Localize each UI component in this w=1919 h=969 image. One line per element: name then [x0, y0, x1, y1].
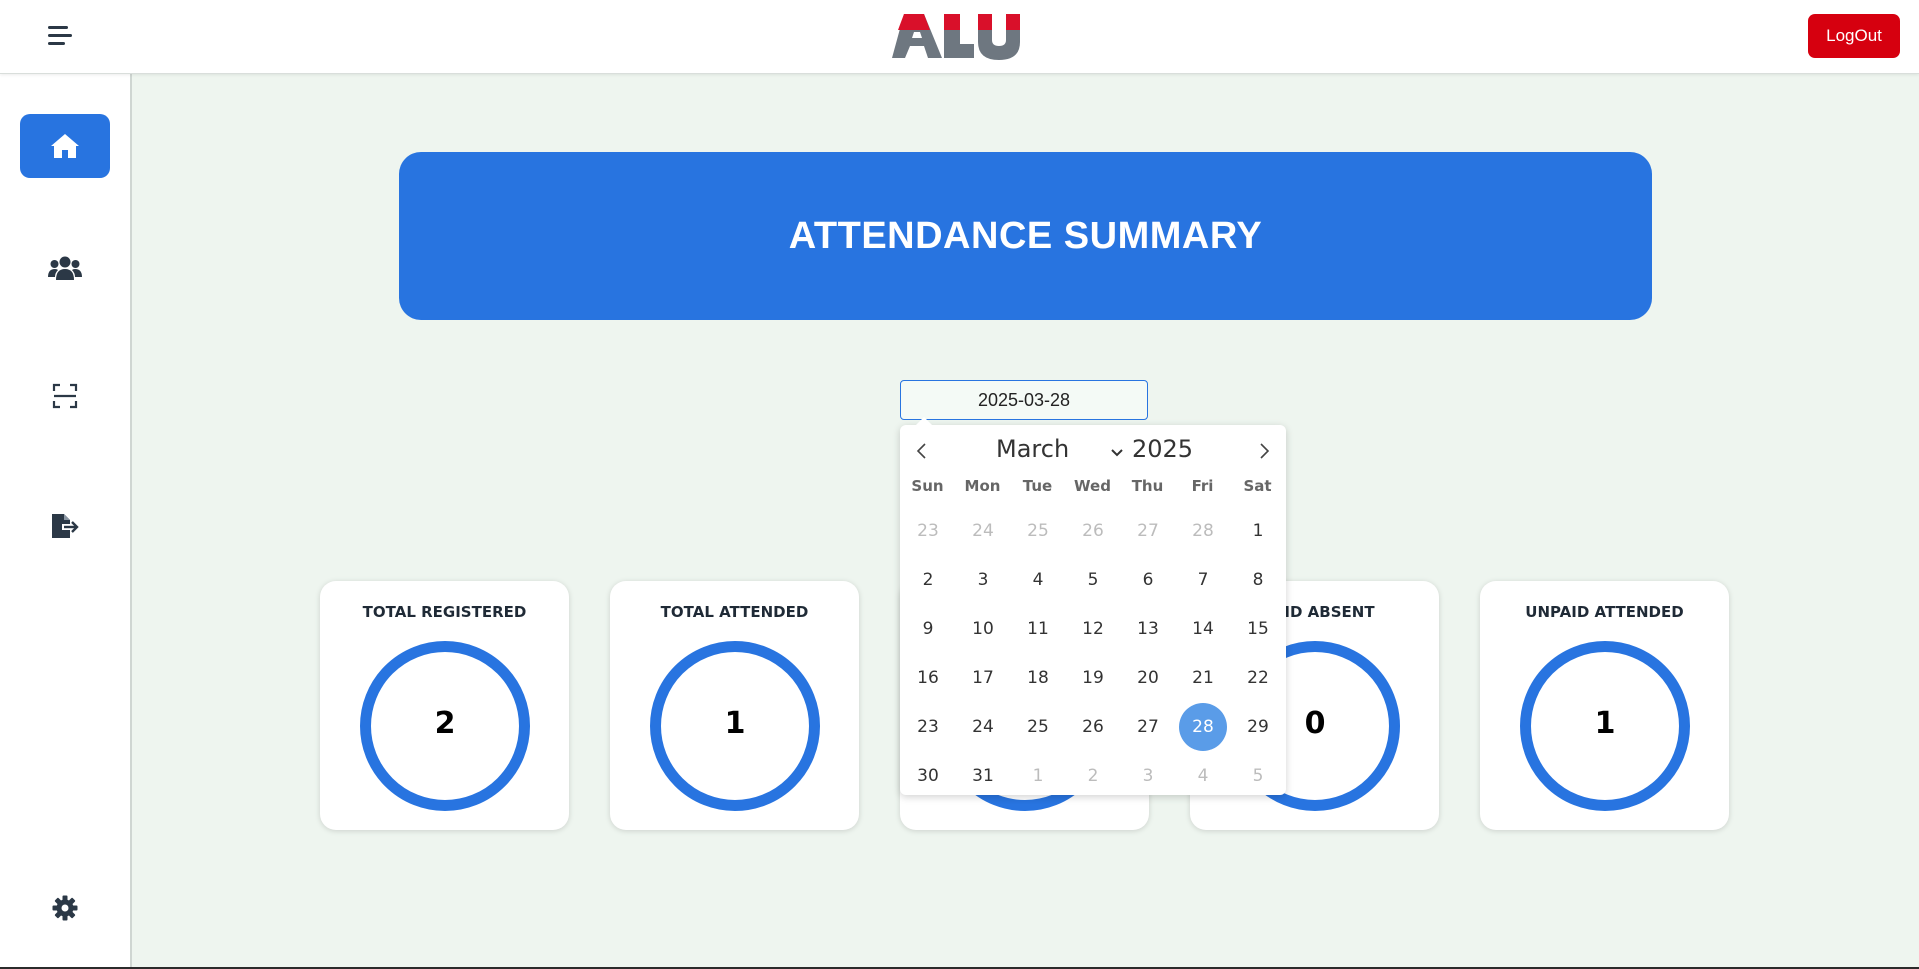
- next-month-button[interactable]: [1252, 439, 1276, 463]
- calendar-day[interactable]: 24: [959, 507, 1007, 555]
- calendar-day[interactable]: 3: [1124, 752, 1172, 800]
- sidebar-item-home[interactable]: [20, 114, 110, 178]
- weekday-label: Sun: [911, 477, 944, 495]
- stat-ring: 1: [1520, 641, 1690, 811]
- weekday-label: Sat: [1243, 477, 1272, 495]
- scan-icon: [52, 383, 78, 409]
- calendar-day[interactable]: 28: [1179, 507, 1227, 555]
- weekday-label: Wed: [1074, 477, 1111, 495]
- calendar-day[interactable]: 6: [1124, 556, 1172, 604]
- calendar-day[interactable]: 4: [1014, 556, 1062, 604]
- calendar-day[interactable]: 5: [1069, 556, 1117, 604]
- sidebar-item-users[interactable]: [20, 236, 110, 300]
- weekday-label: Tue: [1022, 477, 1053, 495]
- calendar-day[interactable]: 25: [1014, 507, 1062, 555]
- calendar-day[interactable]: 13: [1124, 605, 1172, 653]
- sidebar-item-export[interactable]: [20, 494, 110, 558]
- calendar-day[interactable]: 27: [1124, 507, 1172, 555]
- calendar-day[interactable]: 16: [904, 654, 952, 702]
- calendar-day[interactable]: 18: [1014, 654, 1062, 702]
- calendar-day[interactable]: 29: [1234, 703, 1282, 751]
- hamburger-menu-icon[interactable]: [48, 26, 72, 46]
- stat-value: 1: [724, 705, 746, 741]
- calendar-day[interactable]: 2: [1069, 752, 1117, 800]
- stat-card-total-attended: TOTAL ATTENDED 1: [610, 581, 859, 830]
- chevron-left-icon: [916, 443, 926, 459]
- top-bar: LogOut: [0, 0, 1919, 74]
- calendar-day[interactable]: 20: [1124, 654, 1172, 702]
- calendar-day[interactable]: 15: [1234, 605, 1282, 653]
- stat-ring: 2: [360, 641, 530, 811]
- calendar-day[interactable]: 23: [904, 507, 952, 555]
- year-input[interactable]: 2025: [1132, 435, 1193, 463]
- sidebar-item-scan[interactable]: [20, 364, 110, 428]
- stat-value: 2: [434, 705, 456, 741]
- weekday-label: Mon: [964, 477, 1001, 495]
- logout-button[interactable]: LogOut: [1808, 14, 1900, 58]
- stat-ring: 1: [650, 641, 820, 811]
- calendar-day[interactable]: 17: [959, 654, 1007, 702]
- sidebar: [0, 74, 132, 969]
- calendar-day[interactable]: 30: [904, 752, 952, 800]
- calendar-day[interactable]: 10: [959, 605, 1007, 653]
- alu-logo: [890, 10, 1020, 64]
- sidebar-item-settings[interactable]: [20, 876, 110, 940]
- calendar-day[interactable]: 26: [1069, 703, 1117, 751]
- stat-card-unpaid-attended: UNPAID ATTENDED 1: [1480, 581, 1729, 830]
- calendar-day[interactable]: 21: [1179, 654, 1227, 702]
- weekday-label: Thu: [1131, 477, 1164, 495]
- file-export-icon: [52, 514, 79, 538]
- calendar-day[interactable]: 19: [1069, 654, 1117, 702]
- calendar-day[interactable]: 12: [1069, 605, 1117, 653]
- calendar-day[interactable]: 5: [1234, 752, 1282, 800]
- chevron-right-icon: [1260, 443, 1270, 459]
- stat-value: 1: [1594, 705, 1616, 741]
- calendar-day[interactable]: 28: [1179, 703, 1227, 751]
- calendar-day[interactable]: 31: [959, 752, 1007, 800]
- attendance-summary-banner: ATTENDANCE SUMMARY: [399, 152, 1652, 320]
- date-input[interactable]: [900, 380, 1148, 420]
- prev-month-button[interactable]: [910, 439, 934, 463]
- weekday-header: Sun Mon Tue Wed Thu Fri Sat: [900, 477, 1286, 497]
- calendar-day[interactable]: 1: [1014, 752, 1062, 800]
- chevron-down-icon[interactable]: [1110, 443, 1124, 462]
- calendar-day[interactable]: 25: [1014, 703, 1062, 751]
- calendar-day[interactable]: 26: [1069, 507, 1117, 555]
- gear-icon: [52, 895, 78, 921]
- calendar-day[interactable]: 4: [1179, 752, 1227, 800]
- page-title: ATTENDANCE SUMMARY: [788, 214, 1263, 257]
- calendar-day[interactable]: 27: [1124, 703, 1172, 751]
- month-select[interactable]: March: [996, 435, 1069, 463]
- calendar-day[interactable]: 2: [904, 556, 952, 604]
- card-title: UNPAID ATTENDED: [1525, 603, 1684, 621]
- stat-value: 0: [1304, 705, 1326, 741]
- calendar-day[interactable]: 22: [1234, 654, 1282, 702]
- calendar-day[interactable]: 7: [1179, 556, 1227, 604]
- calendar-day[interactable]: 11: [1014, 605, 1062, 653]
- popup-caret: [916, 417, 932, 425]
- calendar-day[interactable]: 3: [959, 556, 1007, 604]
- calendar-day[interactable]: 8: [1234, 556, 1282, 604]
- calendar-day[interactable]: 24: [959, 703, 1007, 751]
- calendar-day[interactable]: 9: [904, 605, 952, 653]
- calendar-day[interactable]: 23: [904, 703, 952, 751]
- calendar-day[interactable]: 1: [1234, 507, 1282, 555]
- date-picker-popup: March 2025 Sun Mon Tue Wed Thu Fri Sat 23 24 25 2…: [900, 417, 1286, 795]
- stat-card-total-registered: TOTAL REGISTERED 2: [320, 581, 569, 830]
- calendar-day[interactable]: 14: [1179, 605, 1227, 653]
- card-title: TOTAL REGISTERED: [362, 603, 527, 621]
- users-icon: [48, 256, 82, 280]
- card-title: TOTAL ATTENDED: [660, 603, 809, 621]
- weekday-label: Fri: [1191, 477, 1214, 495]
- home-icon: [51, 134, 79, 158]
